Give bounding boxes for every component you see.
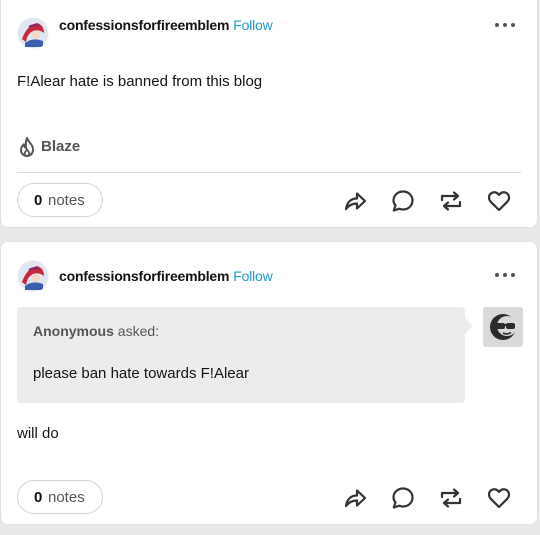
asked-label: asked: (117, 323, 160, 339)
post-header: confessionsforfireemblem Follow (17, 260, 521, 300)
asker-name: Anonymous (33, 323, 114, 339)
notes-label: notes (48, 192, 85, 209)
post-header: confessionsforfireemblem Follow (17, 17, 521, 57)
flame-icon (20, 137, 34, 157)
notes-count: 0 (34, 489, 43, 506)
anonymous-avatar (483, 307, 523, 347)
post-body-text: F!Alear hate is banned from this blog (17, 73, 263, 90)
blog-name-link[interactable]: confessionsforfireemblem (59, 268, 229, 284)
blog-name-line: confessionsforfireemblem Follow (59, 268, 273, 284)
post-card: confessionsforfireemblem Follow Anonymous… (0, 241, 538, 525)
heart-icon[interactable] (485, 187, 513, 215)
follow-button[interactable]: Follow (233, 17, 272, 33)
ask-header: Anonymous asked: (33, 323, 159, 339)
ask-bubble-pointer (465, 318, 473, 334)
blog-name-line: confessionsforfireemblem Follow (59, 17, 273, 33)
post-card: confessionsforfireemblem Follow F!Alear h… (0, 0, 538, 228)
share-icon[interactable] (341, 187, 369, 215)
ask-box: Anonymous asked: please ban hate towards… (17, 307, 465, 403)
blog-name-link[interactable]: confessionsforfireemblem (59, 17, 229, 33)
answer-text: will do (17, 425, 59, 442)
notes-button[interactable]: 0 notes (17, 480, 103, 514)
blaze-label: Blaze (41, 138, 81, 155)
reblog-icon[interactable] (437, 484, 465, 512)
notes-button[interactable]: 0 notes (17, 183, 103, 217)
more-options-icon[interactable] (495, 267, 519, 283)
reply-icon[interactable] (389, 187, 417, 215)
blog-avatar[interactable] (17, 260, 49, 292)
notes-label: notes (48, 489, 85, 506)
reply-icon[interactable] (389, 484, 417, 512)
ask-question: please ban hate towards F!Alear (33, 365, 249, 382)
notes-count: 0 (34, 192, 43, 209)
heart-icon[interactable] (485, 484, 513, 512)
reblog-icon[interactable] (437, 187, 465, 215)
more-options-icon[interactable] (495, 17, 519, 33)
divider (17, 172, 521, 173)
share-icon[interactable] (341, 484, 369, 512)
blog-avatar[interactable] (17, 17, 49, 49)
follow-button[interactable]: Follow (233, 268, 272, 284)
